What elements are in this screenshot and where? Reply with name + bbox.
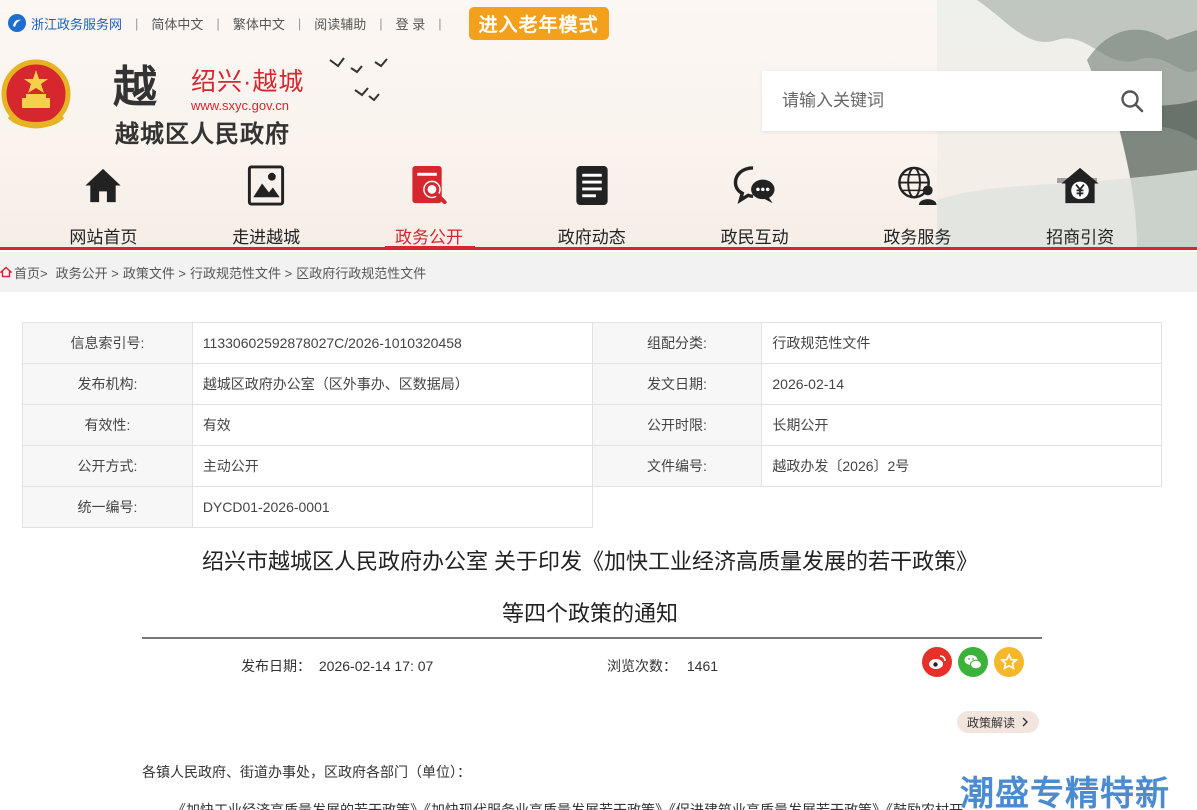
login-link[interactable]: 登 录	[396, 14, 426, 33]
breadcrumb: 首页> 政务公开 > 政策文件 > 行政规范性文件 > 区政府行政规范性文件	[0, 252, 1197, 292]
doc-no-value: 越政办发〔2026〕2号	[761, 445, 1162, 487]
issuer-value: 越城区政府办公室（区外事办、区数据局）	[191, 363, 593, 405]
unified-no-label: 统一编号:	[22, 486, 193, 528]
article-title: 绍兴市越城区人民政府办公室 关于印发《加快工业经济高质量发展的若干政策》 等四个…	[201, 549, 979, 626]
breadcrumb-policy-docs[interactable]: 政策文件 >	[123, 263, 186, 282]
unified-no-value: DYCD01-2026-0001	[191, 486, 593, 528]
index-no-value: 11330602592878027C/2026-1010320458	[191, 322, 593, 364]
zhejiang-portal-link[interactable]: 浙江政务服务网	[8, 14, 122, 33]
open-mode-label: 公开方式:	[22, 445, 193, 487]
nav-item-services[interactable]: 政务服务	[836, 160, 999, 248]
nav-item-home[interactable]: 网站首页	[22, 160, 185, 248]
nav-item-news[interactable]: 政府动态	[510, 160, 673, 248]
title-divider	[142, 637, 1042, 639]
breadcrumb-gov-open[interactable]: 政务公开 >	[56, 263, 119, 282]
reading-aid-link[interactable]: 阅读辅助	[314, 14, 366, 33]
national-emblem-icon	[1, 59, 71, 129]
article-salutation: 各镇人民政府、街道办事处，区政府各部门（单位）：	[142, 764, 471, 780]
logo-gov-name: 越城区人民政府	[115, 121, 290, 148]
nav-item-interaction[interactable]: 政民互动	[673, 160, 836, 248]
open-period-label: 公开时限:	[591, 404, 763, 446]
favorite-button[interactable]	[994, 647, 1024, 677]
watermark-text: 潮盛专精特新	[960, 775, 1170, 810]
issue-date-value: 2026-02-14	[761, 363, 1162, 405]
table-row: 公开方式: 主动公开 文件编号: 越政办发〔2026〕2号	[22, 445, 1162, 487]
publish-date: 发布日期： 2026-02-14 17: 07	[241, 658, 434, 674]
traditional-chinese-link[interactable]: 繁体中文	[233, 14, 285, 33]
search-input[interactable]	[762, 71, 1102, 131]
logo-mark: 越	[113, 62, 157, 113]
issue-date-label: 发文日期:	[591, 363, 763, 405]
table-row: 信息索引号: 11330602592878027C/2026-101032045…	[22, 322, 1162, 364]
search-icon	[1121, 90, 1144, 113]
header-red-line	[0, 247, 1197, 250]
top-bar: 浙江政务服务网 | 简体中文 | 繁体中文 | 阅读辅助 | 登 录 | 进入老…	[0, 0, 700, 46]
news-icon	[576, 165, 608, 206]
chat-icon	[733, 166, 775, 204]
birds-decoration-icon	[329, 57, 388, 102]
breadcrumb-district-normative-docs[interactable]: 区政府行政规范性文件	[296, 263, 426, 282]
validity-label: 有效性:	[22, 404, 193, 446]
weibo-icon	[929, 655, 946, 669]
empty-label	[592, 486, 762, 528]
chevron-right-icon	[1022, 717, 1029, 727]
site-header: 浙江政务服务网 | 简体中文 | 繁体中文 | 阅读辅助 | 登 录 | 进入老…	[0, 0, 1197, 250]
index-no-label: 信息索引号:	[22, 322, 193, 364]
view-count: 浏览次数： 1461	[607, 658, 719, 674]
category-value: 行政规范性文件	[761, 322, 1162, 364]
wechat-icon	[964, 655, 982, 670]
picture-icon	[248, 165, 285, 206]
breadcrumb-normative-docs[interactable]: 行政规范性文件 >	[190, 263, 292, 282]
nav-item-about[interactable]: 走进越城	[185, 160, 348, 248]
portal-logo-icon	[8, 14, 26, 32]
logo-city-name: 绍兴·越城	[191, 68, 305, 96]
policy-interpretation-button[interactable]: 政策解读	[957, 711, 1040, 733]
open-period-value: 长期公开	[761, 404, 1162, 446]
doc-search-icon	[412, 165, 447, 205]
breadcrumb-home[interactable]: 首页>	[0, 263, 52, 282]
category-label: 组配分类:	[591, 322, 763, 364]
document-info-table: 信息索引号: 11330602592878027C/2026-101032045…	[22, 322, 1162, 528]
elder-mode-button[interactable]: 进入老年模式	[468, 6, 609, 40]
home-small-icon	[0, 266, 12, 278]
table-row: 统一编号: DYCD01-2026-0001	[22, 486, 1162, 528]
nav-item-investment[interactable]: 招商引资	[999, 160, 1162, 248]
doc-no-label: 文件编号:	[591, 445, 763, 487]
share-weibo-button[interactable]	[922, 647, 952, 677]
home-icon	[85, 168, 121, 203]
article-first-line: 《加快工业经济高质量发展的若干政策》《加快现代服务业高质量发展若干政策》《促进建…	[172, 802, 963, 810]
simplified-chinese-link[interactable]: 简体中文	[151, 14, 203, 33]
empty-value	[762, 487, 1162, 528]
search-button[interactable]	[1102, 71, 1162, 131]
share-wechat-button[interactable]	[958, 647, 988, 677]
search-box	[762, 71, 1162, 131]
table-row: 有效性: 有效 公开时限: 长期公开	[22, 404, 1162, 446]
logo-url: www.sxyc.gov.cn	[191, 98, 290, 113]
validity-value: 有效	[191, 404, 593, 446]
nav-item-gov-open[interactable]: 政务公开	[348, 160, 511, 248]
table-row: 发布机构: 越城区政府办公室（区外事办、区数据局） 发文日期: 2026-02-…	[22, 363, 1162, 405]
globe-user-icon	[898, 166, 937, 206]
issuer-label: 发布机构:	[22, 363, 193, 405]
open-mode-value: 主动公开	[191, 445, 593, 487]
star-icon	[1000, 653, 1018, 670]
page: 浙江政务服务网 | 简体中文 | 繁体中文 | 阅读辅助 | 登 录 | 进入老…	[0, 0, 1197, 810]
yuan-house-icon	[1061, 167, 1099, 204]
main-nav: 网站首页 走进越城 政务公开 政府动态 政民互动 政务服务 招商引资	[22, 160, 1162, 248]
